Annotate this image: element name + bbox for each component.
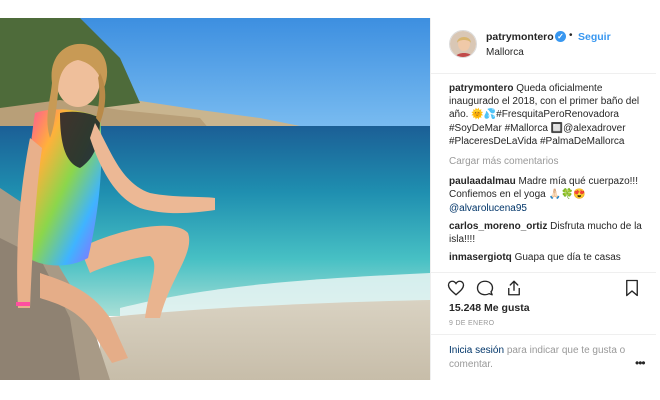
post-side-panel: patrymontero ✓ • Seguir Mallorca patrymo… — [430, 18, 656, 380]
comment-item: inmasergiotq Guapa que día te casas — [449, 251, 644, 264]
caption-username[interactable]: patrymontero — [449, 83, 513, 94]
login-text: Inicia sesión para indicar que te gusta … — [449, 344, 629, 372]
header-separator: • — [569, 30, 573, 41]
comment-username[interactable]: inmasergiotq — [449, 252, 512, 263]
likes-count[interactable]: 15.248 Me gusta — [449, 302, 530, 314]
heart-icon[interactable] — [447, 279, 465, 297]
share-icon[interactable] — [505, 279, 523, 297]
follow-button[interactable]: Seguir — [578, 31, 611, 43]
login-link[interactable]: Inicia sesión — [449, 345, 504, 356]
more-options-icon[interactable]: ••• — [635, 356, 646, 370]
header-username[interactable]: patrymontero — [486, 31, 554, 43]
post-header: patrymontero ✓ • Seguir Mallorca — [431, 18, 656, 74]
beach-photo-illustration — [0, 18, 430, 380]
comment-username[interactable]: carlos_moreno_ortiz — [449, 221, 547, 232]
bookmark-icon[interactable] — [623, 279, 641, 297]
load-more-comments-button[interactable]: Cargar más comentarios — [449, 155, 644, 168]
comment-mention[interactable]: @alvarolucena95 — [449, 203, 527, 214]
avatar-image — [450, 31, 476, 57]
location-link[interactable]: Mallorca — [486, 47, 524, 58]
login-prompt: Inicia sesión para indicar que te gusta … — [431, 334, 656, 380]
comment-icon[interactable] — [476, 279, 494, 297]
comment-text: Guapa que día te casas — [514, 252, 621, 264]
comment-item: paulaadalmau Madre mía qué cuerpazo!!! C… — [449, 175, 644, 215]
verified-badge-icon: ✓ — [555, 31, 566, 42]
instagram-post: patrymontero ✓ • Seguir Mallorca patrymo… — [0, 0, 660, 400]
avatar[interactable] — [449, 30, 477, 58]
post-photo[interactable] — [0, 18, 430, 380]
comments-section: patrymontero Queda oficialmente inaugura… — [449, 82, 644, 269]
post-date: 9 DE ENERO — [449, 320, 495, 327]
comment-item: carlos_moreno_ortiz Disfruta mucho de la… — [449, 220, 644, 246]
caption: patrymontero Queda oficialmente inaugura… — [449, 82, 644, 148]
comment-username[interactable]: paulaadalmau — [449, 176, 516, 187]
